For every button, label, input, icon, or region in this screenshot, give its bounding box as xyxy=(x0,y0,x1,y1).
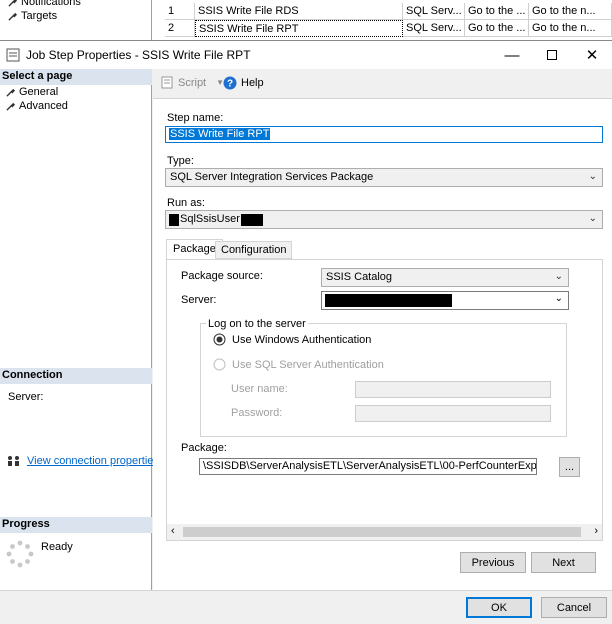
connection-icon xyxy=(8,456,19,466)
user-name-label: User name: xyxy=(231,383,288,395)
user-name-input[interactable] xyxy=(355,381,551,398)
cell-type: SQL Serv... xyxy=(403,20,465,37)
minimize-icon: — xyxy=(504,46,520,64)
previous-button[interactable]: Previous xyxy=(460,552,526,573)
package-path-input[interactable]: \SSISDB\ServerAnalysisETL\ServerAnalysis… xyxy=(199,458,537,475)
script-label: Script xyxy=(178,76,207,89)
script-button[interactable]: Script ▼ xyxy=(161,76,224,89)
run-as-select[interactable]: SqlSsisUser ⌄ xyxy=(165,210,603,229)
redacted-block xyxy=(169,214,179,226)
cell-name: SSIS Write File RDS xyxy=(195,3,403,20)
progress-spinner-icon xyxy=(6,540,34,568)
package-source-value: SSIS Catalog xyxy=(326,271,393,283)
type-select[interactable]: SQL Server Integration Services Package … xyxy=(165,168,603,187)
server-label: Server: xyxy=(181,294,217,306)
progress-header: Progress xyxy=(0,517,152,533)
type-label: Type: xyxy=(167,155,194,167)
run-as-value: SqlSsisUser xyxy=(180,213,240,225)
chevron-down-icon: ⌄ xyxy=(554,271,563,282)
tree-item-targets[interactable]: Targets xyxy=(8,10,57,22)
help-label: Help xyxy=(241,77,264,89)
cell-failure: Go to the n... xyxy=(529,3,612,20)
help-icon: ? xyxy=(223,76,237,90)
tab-configuration[interactable]: Configuration xyxy=(215,241,293,259)
radio-empty-icon xyxy=(213,358,226,371)
cell-num: 1 xyxy=(165,3,195,20)
run-as-label: Run as: xyxy=(167,197,205,209)
script-icon xyxy=(161,76,173,89)
windows-auth-label: Use Windows Authentication xyxy=(232,333,372,346)
redacted-block xyxy=(241,214,263,226)
radio-selected-icon xyxy=(213,333,226,346)
window-title: Job Step Properties - SSIS Write File RP… xyxy=(26,48,251,62)
page-general[interactable]: General xyxy=(6,86,58,98)
select-page-header: Select a page xyxy=(0,69,152,85)
type-value: SQL Server Integration Services Package xyxy=(170,171,374,183)
package-source-label: Package source: xyxy=(181,270,263,282)
server-input[interactable]: ⌄ xyxy=(321,291,569,310)
left-pane xyxy=(0,69,152,590)
wrench-icon xyxy=(8,12,17,21)
chevron-down-icon: ⌄ xyxy=(588,171,597,182)
tree-item-notifications[interactable]: Notifications xyxy=(8,0,81,8)
sql-auth-label: Use SQL Server Authentication xyxy=(232,358,384,371)
browse-button[interactable]: ... xyxy=(559,457,580,477)
close-button[interactable]: ✕ xyxy=(572,41,612,69)
logon-group-title: Log on to the server xyxy=(206,318,308,330)
background-tree: Notifications Targets xyxy=(0,0,152,40)
tree-item-label: Notifications xyxy=(21,0,81,8)
cell-type: SQL Serv... xyxy=(403,3,465,20)
table-row[interactable]: 1 SSIS Write File RDS SQL Serv... Go to … xyxy=(165,3,612,20)
view-connection-properties-link[interactable]: View connection properties xyxy=(27,455,159,467)
chevron-down-icon: ⌄ xyxy=(554,293,563,304)
redacted-block xyxy=(325,294,452,307)
package-source-select[interactable]: SSIS Catalog ⌄ xyxy=(321,268,569,287)
wrench-icon xyxy=(8,0,17,7)
ok-button[interactable]: OK xyxy=(466,597,532,618)
page-label: Advanced xyxy=(19,100,68,112)
scroll-thumb[interactable] xyxy=(183,527,581,537)
page-label: General xyxy=(19,86,59,98)
progress-status: Ready xyxy=(41,541,73,553)
password-label: Password: xyxy=(231,407,283,419)
wrench-icon xyxy=(6,88,15,97)
step-name-label: Step name: xyxy=(167,112,224,124)
tree-item-label: Targets xyxy=(21,10,58,22)
minimize-button[interactable]: — xyxy=(492,41,532,69)
cell-success: Go to the ... xyxy=(465,3,529,20)
svg-text:?: ? xyxy=(227,79,233,90)
chevron-down-icon: ⌄ xyxy=(588,213,597,224)
cell-name: SSIS Write File RPT xyxy=(195,20,403,37)
maximize-icon xyxy=(547,50,557,60)
next-button[interactable]: Next xyxy=(531,552,596,573)
page-advanced[interactable]: Advanced xyxy=(6,100,68,112)
connection-header: Connection xyxy=(0,368,152,384)
cancel-button[interactable]: Cancel xyxy=(541,597,607,618)
scroll-right-icon[interactable]: › xyxy=(594,525,598,537)
cell-num: 2 xyxy=(165,20,195,37)
help-button[interactable]: ? Help xyxy=(223,76,264,90)
step-name-input[interactable]: SSIS Write File RPT xyxy=(165,126,603,143)
cell-success: Go to the ... xyxy=(465,20,529,37)
sql-auth-radio[interactable]: Use SQL Server Authentication xyxy=(213,358,384,371)
connection-server-label: Server: xyxy=(8,391,44,403)
windows-auth-radio[interactable]: Use Windows Authentication xyxy=(213,333,371,346)
package-label: Package: xyxy=(181,442,227,454)
maximize-button[interactable] xyxy=(532,41,572,69)
wrench-icon xyxy=(6,102,15,111)
close-icon: ✕ xyxy=(585,47,599,64)
job-step-icon xyxy=(6,48,20,62)
step-name-value: SSIS Write File RPT xyxy=(169,128,271,140)
cell-failure: Go to the n... xyxy=(529,20,612,37)
table-row[interactable]: 2 SSIS Write File RPT SQL Serv... Go to … xyxy=(165,20,612,37)
horizontal-scrollbar[interactable]: ‹ › xyxy=(167,524,602,540)
scroll-left-icon[interactable]: ‹ xyxy=(171,525,175,537)
password-input[interactable] xyxy=(355,405,551,422)
